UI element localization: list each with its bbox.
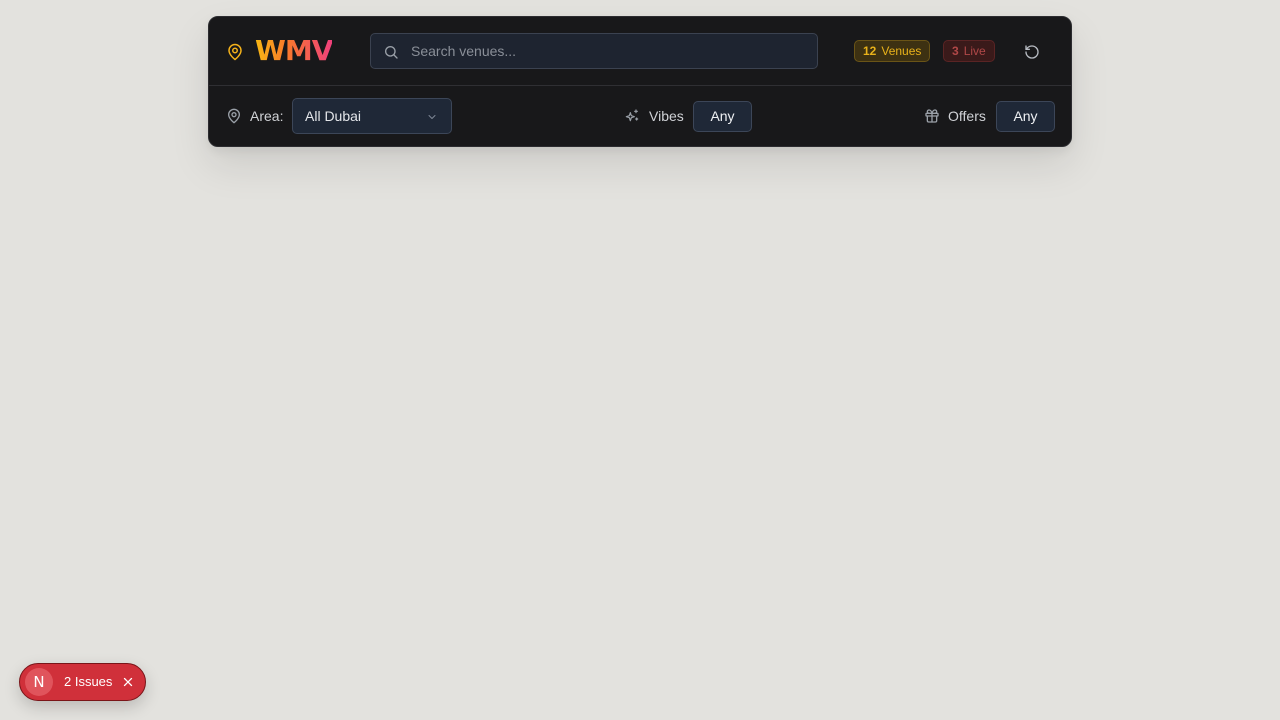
filters-row: Area: All Dubai Vibes Any Offers Any (209, 86, 1071, 147)
search-input[interactable] (411, 34, 811, 68)
header-bar: WMV 12 Venues 3 Live (209, 17, 1071, 86)
search-box[interactable] (370, 33, 818, 69)
offers-label: Offers (948, 108, 986, 124)
live-label: Live (963, 44, 986, 58)
venues-label: Venues (881, 44, 922, 58)
offers-select-button[interactable]: Any (996, 101, 1055, 132)
venues-count-badge: 12 Venues (854, 40, 931, 62)
close-icon[interactable] (122, 676, 134, 688)
vibes-label: Vibes (649, 108, 684, 124)
issues-count-label[interactable]: 2 Issues (64, 664, 112, 700)
live-count: 3 (952, 44, 959, 58)
vibes-select-button[interactable]: Any (693, 101, 752, 132)
filter-panel: WMV 12 Venues 3 Live Area: All Dubai (208, 16, 1072, 147)
app-logo[interactable]: WMV (255, 34, 333, 68)
area-select[interactable]: All Dubai (292, 98, 452, 134)
reset-icon (1025, 45, 1039, 59)
venues-count: 12 (863, 44, 877, 58)
reset-button[interactable] (1021, 41, 1043, 63)
area-select-value: All Dubai (305, 108, 362, 124)
live-count-badge: 3 Live (943, 40, 995, 62)
gift-icon (925, 109, 939, 123)
sparkles-icon (625, 109, 639, 122)
chevron-down-icon (428, 115, 436, 119)
issues-toast[interactable]: N 2 Issues (19, 663, 146, 701)
search-icon (385, 46, 398, 59)
framework-logo: N (25, 668, 53, 696)
map-pin-icon (228, 43, 242, 61)
map-pin-icon (228, 108, 240, 124)
area-label: Area: (250, 108, 284, 124)
